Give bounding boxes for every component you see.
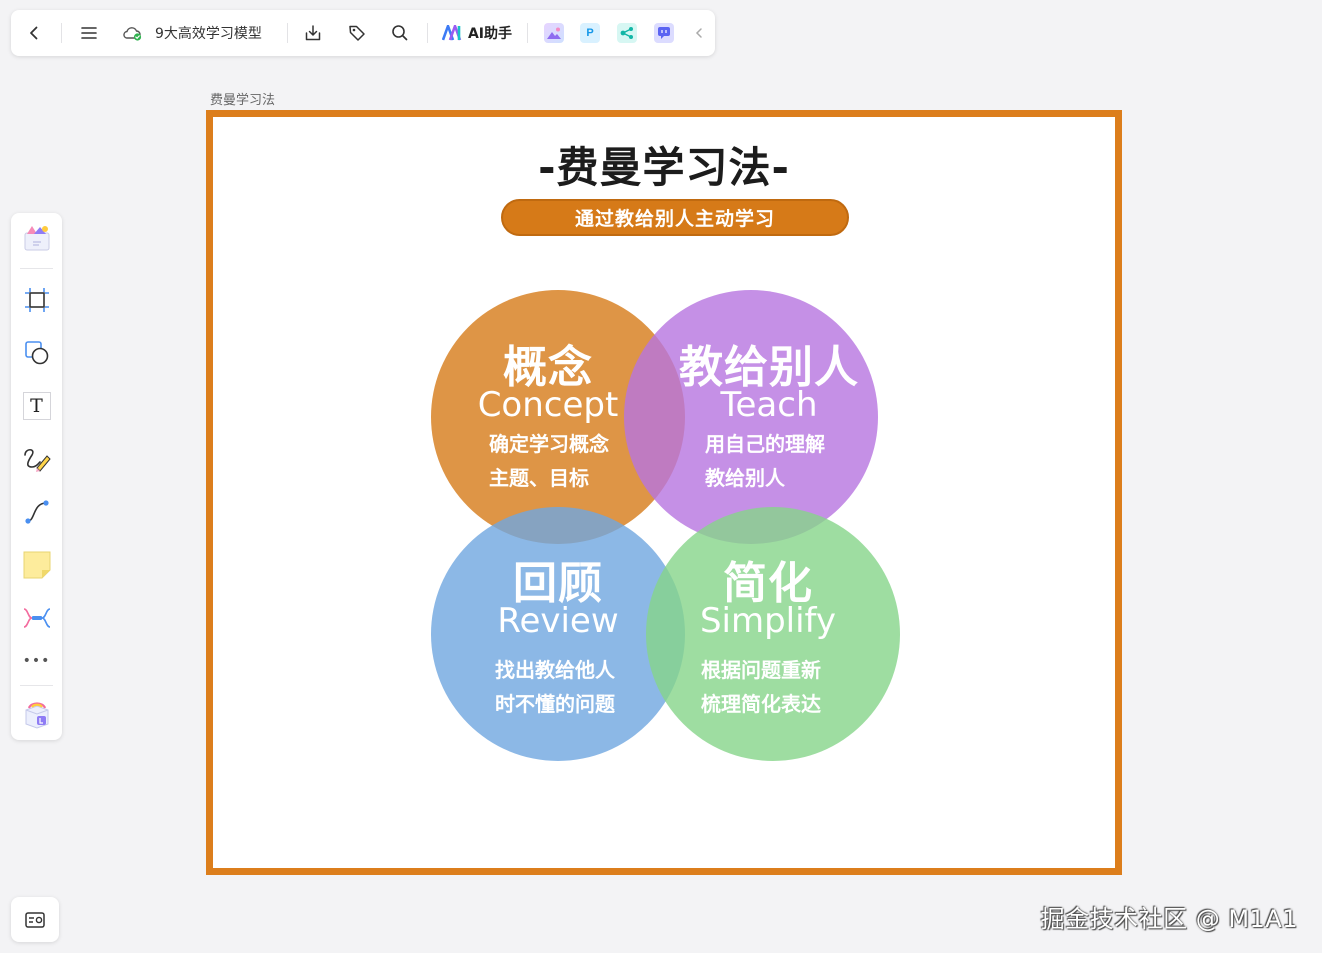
teach-english: Teach bbox=[720, 385, 818, 425]
frame-tool[interactable] bbox=[11, 280, 62, 320]
review-english: Review bbox=[497, 601, 619, 641]
toolbar-divider bbox=[20, 685, 53, 686]
pen-icon bbox=[23, 448, 51, 472]
plugin-icon bbox=[25, 702, 48, 729]
left-toolbar: T ••• bbox=[11, 213, 62, 740]
teach-desc-line2: 教给别人 bbox=[705, 466, 785, 490]
hamburger-icon bbox=[81, 27, 97, 39]
map-navigator-button[interactable] bbox=[11, 897, 59, 942]
concept-desc-line2: 主题、目标 bbox=[489, 466, 589, 490]
toolbar-divider bbox=[20, 268, 53, 269]
concept-english: Concept bbox=[477, 385, 619, 425]
p-app-icon: P bbox=[580, 23, 600, 43]
search-icon bbox=[392, 25, 408, 41]
download-button[interactable] bbox=[298, 10, 328, 56]
mindmap-app-button[interactable] bbox=[614, 10, 640, 56]
plugin-tool[interactable] bbox=[11, 695, 62, 735]
pen-tool[interactable] bbox=[11, 439, 62, 479]
tag-icon bbox=[349, 25, 365, 41]
chevron-left-icon bbox=[30, 26, 38, 40]
frame-label[interactable]: 费曼学习法 bbox=[210, 89, 275, 108]
map-navigator-icon bbox=[25, 911, 45, 928]
sticky-note-tool[interactable] bbox=[11, 545, 62, 585]
top-toolbar: 9大高效学习模型 AI助手 P bbox=[11, 10, 715, 56]
concept-desc-line1: 确定学习概念 bbox=[489, 432, 609, 456]
document-title: 9大高效学习模型 bbox=[155, 26, 262, 42]
mindmap-icon bbox=[23, 608, 50, 628]
shape-tool[interactable] bbox=[11, 333, 62, 373]
toolbar-divider bbox=[287, 23, 288, 43]
ai-assistant-button[interactable]: AI助手 bbox=[439, 10, 515, 56]
connector-icon bbox=[24, 500, 49, 524]
review-desc-line1: 找出教给他人 bbox=[495, 658, 615, 682]
shape-icon bbox=[24, 341, 48, 365]
text-tool[interactable]: T bbox=[11, 386, 62, 426]
ai-logo-icon bbox=[441, 25, 462, 41]
watermark: 掘金技术社区 @ M1A1 bbox=[1040, 905, 1298, 933]
p-app-button[interactable]: P bbox=[577, 10, 603, 56]
mindmap-app-icon bbox=[617, 23, 637, 43]
tag-button[interactable] bbox=[342, 10, 372, 56]
text-icon: T bbox=[22, 392, 51, 420]
sticky-note-icon bbox=[23, 551, 50, 579]
more-tools-button[interactable]: ••• bbox=[11, 641, 62, 681]
template-icon bbox=[24, 226, 49, 251]
connector-tool[interactable] bbox=[11, 492, 62, 532]
toolbar-divider bbox=[427, 23, 428, 43]
simplify-english: Simplify bbox=[699, 601, 837, 641]
subtitle-pill: 通过教给别人主动学习 bbox=[501, 199, 849, 236]
mindmap-tool[interactable] bbox=[11, 598, 62, 638]
frame-title: -费曼学习法- bbox=[538, 143, 790, 192]
frame-icon bbox=[24, 288, 49, 312]
toolbar-divider bbox=[61, 23, 62, 43]
document-title-area[interactable]: 9大高效学习模型 bbox=[121, 10, 281, 56]
feynman-frame[interactable]: -费曼学习法- 通过教给别人主动学习 概念 Concept 确定学习概念 主题、… bbox=[206, 110, 1122, 875]
chevron-left-small-icon bbox=[695, 28, 702, 38]
cloud-check-icon bbox=[123, 27, 142, 41]
simplify-desc-line1: 根据问题重新 bbox=[701, 658, 821, 682]
download-icon bbox=[305, 25, 321, 41]
back-button[interactable] bbox=[19, 10, 49, 56]
image-app-button[interactable] bbox=[541, 10, 567, 56]
review-desc-line2: 时不懂的问题 bbox=[495, 692, 615, 716]
chat-app-button[interactable] bbox=[651, 10, 677, 56]
search-button[interactable] bbox=[385, 10, 415, 56]
collapse-toolbar-button[interactable] bbox=[689, 10, 709, 56]
teach-desc-line1: 用自己的理解 bbox=[705, 432, 825, 456]
template-tool[interactable] bbox=[11, 218, 62, 258]
menu-button[interactable] bbox=[74, 10, 104, 56]
more-icon: ••• bbox=[22, 653, 51, 669]
image-app-icon bbox=[544, 23, 564, 43]
chat-app-icon bbox=[654, 23, 674, 43]
simplify-desc-line2: 梳理简化表达 bbox=[701, 692, 821, 716]
toolbar-divider bbox=[527, 23, 528, 43]
ai-assistant-label: AI助手 bbox=[467, 26, 513, 42]
